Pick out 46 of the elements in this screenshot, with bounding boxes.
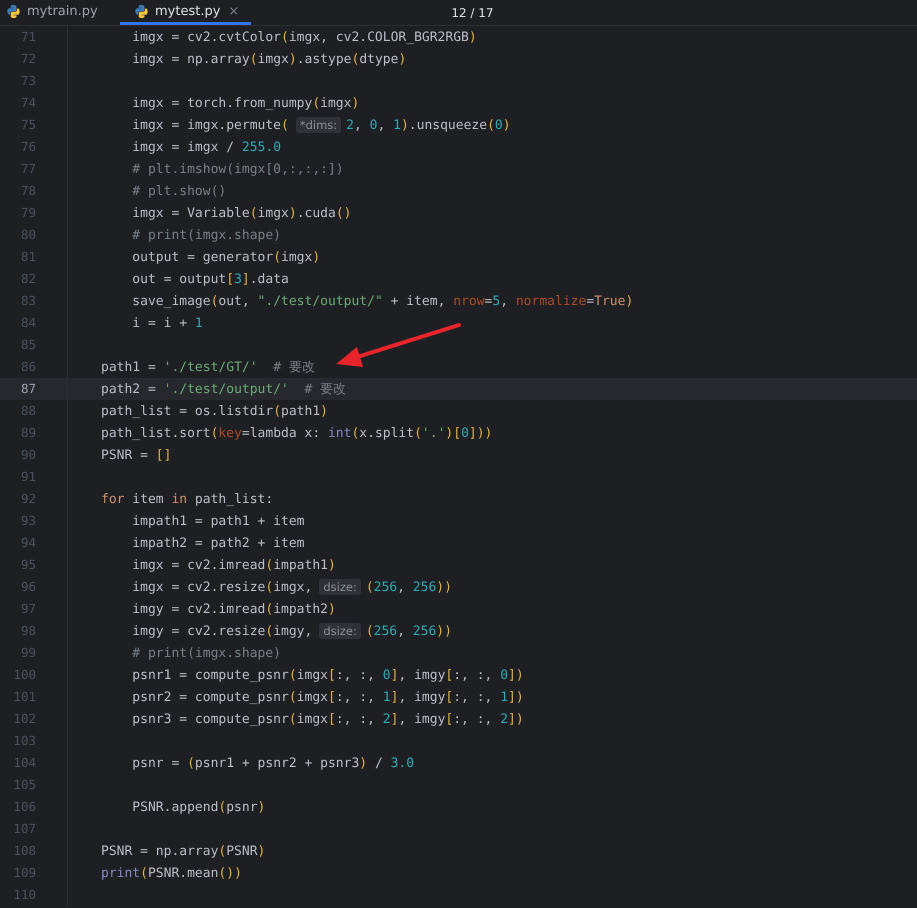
editor-tab[interactable]: mytrain.py	[0, 0, 120, 25]
code-text: i = i + 1	[131, 316, 203, 330]
code-text: for item in path_list:	[101, 492, 274, 506]
code-text: 2, 0, 1).unsqueeze(0)	[346, 118, 511, 132]
python-file-icon	[6, 4, 21, 18]
code-text: imgx = np.array(imgx).astype(dtype)	[131, 52, 406, 66]
code-text: # plt.imshow(imgx[0,:,:,:])	[131, 162, 344, 176]
inlay-hint: *dims:	[296, 117, 342, 133]
code-text: impath1 = path1 + item	[131, 514, 304, 528]
code-text: psnr3 = compute_psnr(imgx[:, :, 2], imgy[:, :, 2])	[131, 712, 524, 726]
code-text: PSNR = np.array(PSNR)	[101, 844, 266, 858]
code-text: # print(imgx.shape)	[131, 228, 282, 242]
python-file-icon	[134, 4, 149, 18]
code-text: path_list.sort(key=lambda x: int(x.split('.')[0]))	[101, 426, 492, 440]
code-text: out = output[3].data	[131, 272, 289, 286]
code-text: imgx = imgx / 255.0	[131, 140, 282, 154]
code-text: psnr = (psnr1 + psnr2 + psnr3) / 3.0	[131, 756, 414, 770]
code-text: imgx = cv2.resize(imgx,	[131, 580, 312, 594]
code-text: path2 = './test/output/' # 要改	[101, 381, 346, 398]
code-text: PSNR.append(psnr)	[131, 800, 266, 814]
close-tab-button[interactable]: ×	[226, 4, 242, 18]
code-text: imgy = cv2.resize(imgy,	[131, 624, 312, 638]
code-text: imgx = torch.from_numpy(imgx)	[131, 96, 360, 110]
code-text: path_list = os.listdir(path1)	[101, 404, 328, 418]
editor-tab[interactable]: mytest.py ×	[120, 0, 252, 25]
code-text: impath2 = path2 + item	[131, 536, 304, 550]
line-number: 87	[0, 378, 68, 400]
code-text: psnr1 = compute_psnr(imgx[:, :, 0], imgy[:, :, 0])	[131, 668, 524, 682]
inlay-hint: dsize:	[319, 579, 361, 595]
code-text: path1 = './test/GT/' # 要改	[101, 359, 315, 376]
code-text: imgx = Variable(imgx).cuda()	[131, 206, 352, 220]
code-text: psnr2 = compute_psnr(imgx[:, :, 1], imgy[:, :, 1])	[131, 690, 524, 704]
inlay-hint: dsize:	[319, 623, 361, 639]
code-text: save_image(out, "./test/output/" + item, nrow=5, normalize=True)	[131, 294, 634, 308]
code-text: (256, 256))	[366, 624, 452, 638]
code-text: PSNR = []	[101, 448, 172, 462]
code-text: (256, 256))	[366, 580, 452, 594]
code-text: imgx = cv2.cvtColor(imgx, cv2.COLOR_BGR2RGB)	[131, 30, 477, 44]
code-text: imgy = cv2.imread(impath2)	[131, 602, 336, 616]
code-text: print(PSNR.mean())	[101, 866, 242, 880]
tab-counter: 12 / 17	[451, 6, 494, 20]
code-text: # print(imgx.shape)	[131, 646, 282, 660]
code-text: output = generator(imgx)	[131, 250, 320, 264]
code-text: # plt.show()	[131, 184, 226, 198]
code-text: imgx = cv2.imread(impath1)	[131, 558, 336, 572]
code-text: imgx = imgx.permute(	[131, 118, 289, 132]
